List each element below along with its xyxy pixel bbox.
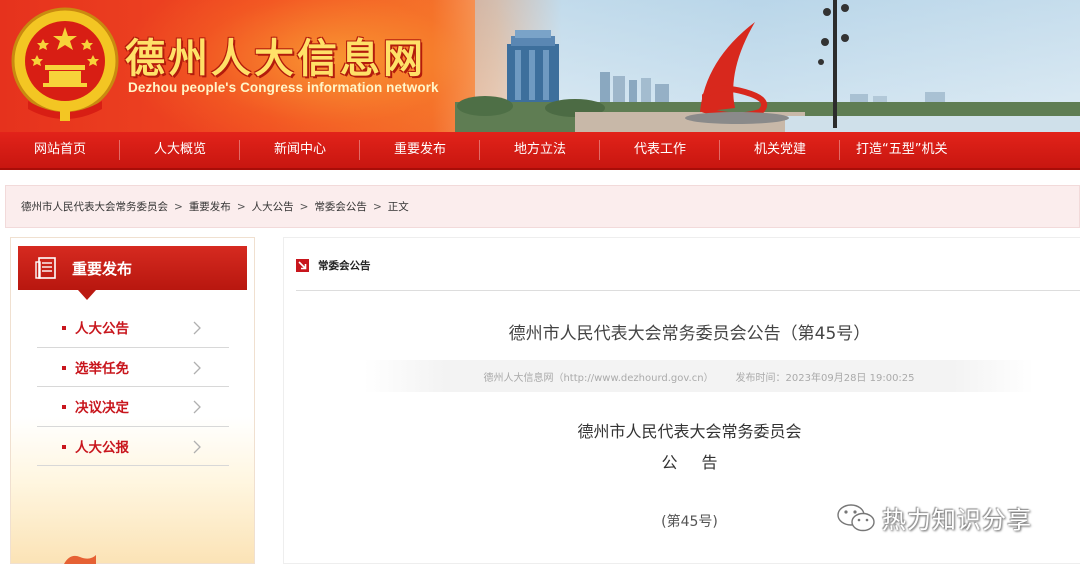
sidebar-heading-label: 重要发布	[72, 259, 133, 278]
breadcrumb-item-releases[interactable]: 重要发布	[189, 199, 231, 214]
document-icon	[35, 257, 56, 279]
nav-item-releases[interactable]: 重要发布	[360, 132, 480, 168]
breadcrumb: 德州市人民代表大会常务委员会 > 重要发布 > 人大公告 > 常委会公告 > 正…	[5, 185, 1080, 228]
body-heading: 公告	[661, 453, 742, 472]
breadcrumb-separator: >	[299, 200, 309, 213]
bullet-icon	[62, 444, 66, 449]
body-issuer: 德州市人民代表大会常务委员会	[577, 422, 802, 441]
chevron-right-icon	[193, 321, 201, 335]
breadcrumb-item-committee[interactable]: 德州市人民代表大会常务委员会	[21, 199, 168, 214]
sidebar-item-label: 人大公告	[75, 321, 129, 338]
sidebar-item-announcements[interactable]: 人大公告	[37, 308, 229, 348]
decorative-flag-icon	[64, 555, 96, 564]
article-meta: 德州人大信息网（http://www.dezhourd.gov.cn） 发布时间…	[364, 360, 1034, 392]
breadcrumb-separator: >	[372, 200, 382, 213]
city-skyline-image	[455, 0, 1080, 132]
sidebar: 重要发布 人大公告 选举任免 决议决定 人大公报	[10, 237, 255, 564]
bullet-icon	[62, 405, 66, 409]
site-subtitle: Dezhou people's Congress information net…	[128, 80, 439, 95]
sidebar-heading: 重要发布	[18, 246, 247, 300]
breadcrumb-separator: >	[174, 200, 183, 213]
sidebar-item-label: 决议决定	[75, 400, 129, 417]
wechat-icon	[837, 503, 875, 531]
watermark: 热力知识分享	[836, 500, 1032, 535]
nav-item-party[interactable]: 机关党建	[720, 132, 840, 168]
sidebar-item-gazette[interactable]: 人大公报	[37, 427, 229, 466]
sidebar-item-label: 选举任免	[75, 360, 129, 377]
bullet-icon	[62, 326, 66, 330]
national-emblem-icon	[11, 7, 119, 121]
bullet-icon	[62, 365, 66, 370]
sidebar-item-label: 人大公报	[75, 439, 129, 456]
watermark-text: 热力知识分享	[882, 506, 1032, 534]
nav-item-legislation[interactable]: 地方立法	[480, 132, 600, 168]
sidebar-item-elections[interactable]: 选举任免	[37, 348, 229, 387]
article-publish-time: 发布时间：2023年09月28日 19:00:25	[735, 372, 915, 384]
sidebar-item-resolutions[interactable]: 决议决定	[37, 387, 229, 427]
sidebar-list: 人大公告 选举任免 决议决定 人大公报	[37, 308, 229, 466]
breadcrumb-item-announcements[interactable]: 人大公告	[252, 199, 294, 214]
nav-item-five-types[interactable]: 打造“五型”机关	[840, 132, 1040, 168]
breadcrumb-item-committee-announcements[interactable]: 常委会公告	[314, 199, 367, 214]
main-nav: 网站首页 人大概览 新闻中心 重要发布 地方立法 代表工作 机关党建 打造“五型…	[0, 132, 1080, 170]
category-header: 常委会公告	[296, 258, 371, 273]
article-title: 德州市人民代表大会常务委员会公告（第45号）	[508, 324, 871, 344]
nav-item-news[interactable]: 新闻中心	[240, 132, 360, 168]
article-source: 德州人大信息网（http://www.dezhourd.gov.cn）	[483, 372, 714, 384]
site-title: 德州人大信息网	[125, 36, 426, 82]
chevron-right-icon	[193, 440, 201, 453]
breadcrumb-separator: >	[236, 200, 246, 213]
chevron-right-icon	[193, 400, 201, 414]
arrow-down-right-icon	[296, 259, 309, 272]
header-banner: 德州人大信息网 Dezhou people's Congress informa…	[0, 0, 1080, 132]
nav-item-deputies[interactable]: 代表工作	[600, 132, 720, 168]
nav-item-overview[interactable]: 人大概览	[120, 132, 240, 168]
divider	[296, 290, 1080, 291]
nav-item-home[interactable]: 网站首页	[0, 132, 120, 168]
chevron-right-icon	[193, 361, 201, 374]
breadcrumb-item-current: 正文	[387, 201, 409, 213]
category-label[interactable]: 常委会公告	[318, 258, 371, 273]
